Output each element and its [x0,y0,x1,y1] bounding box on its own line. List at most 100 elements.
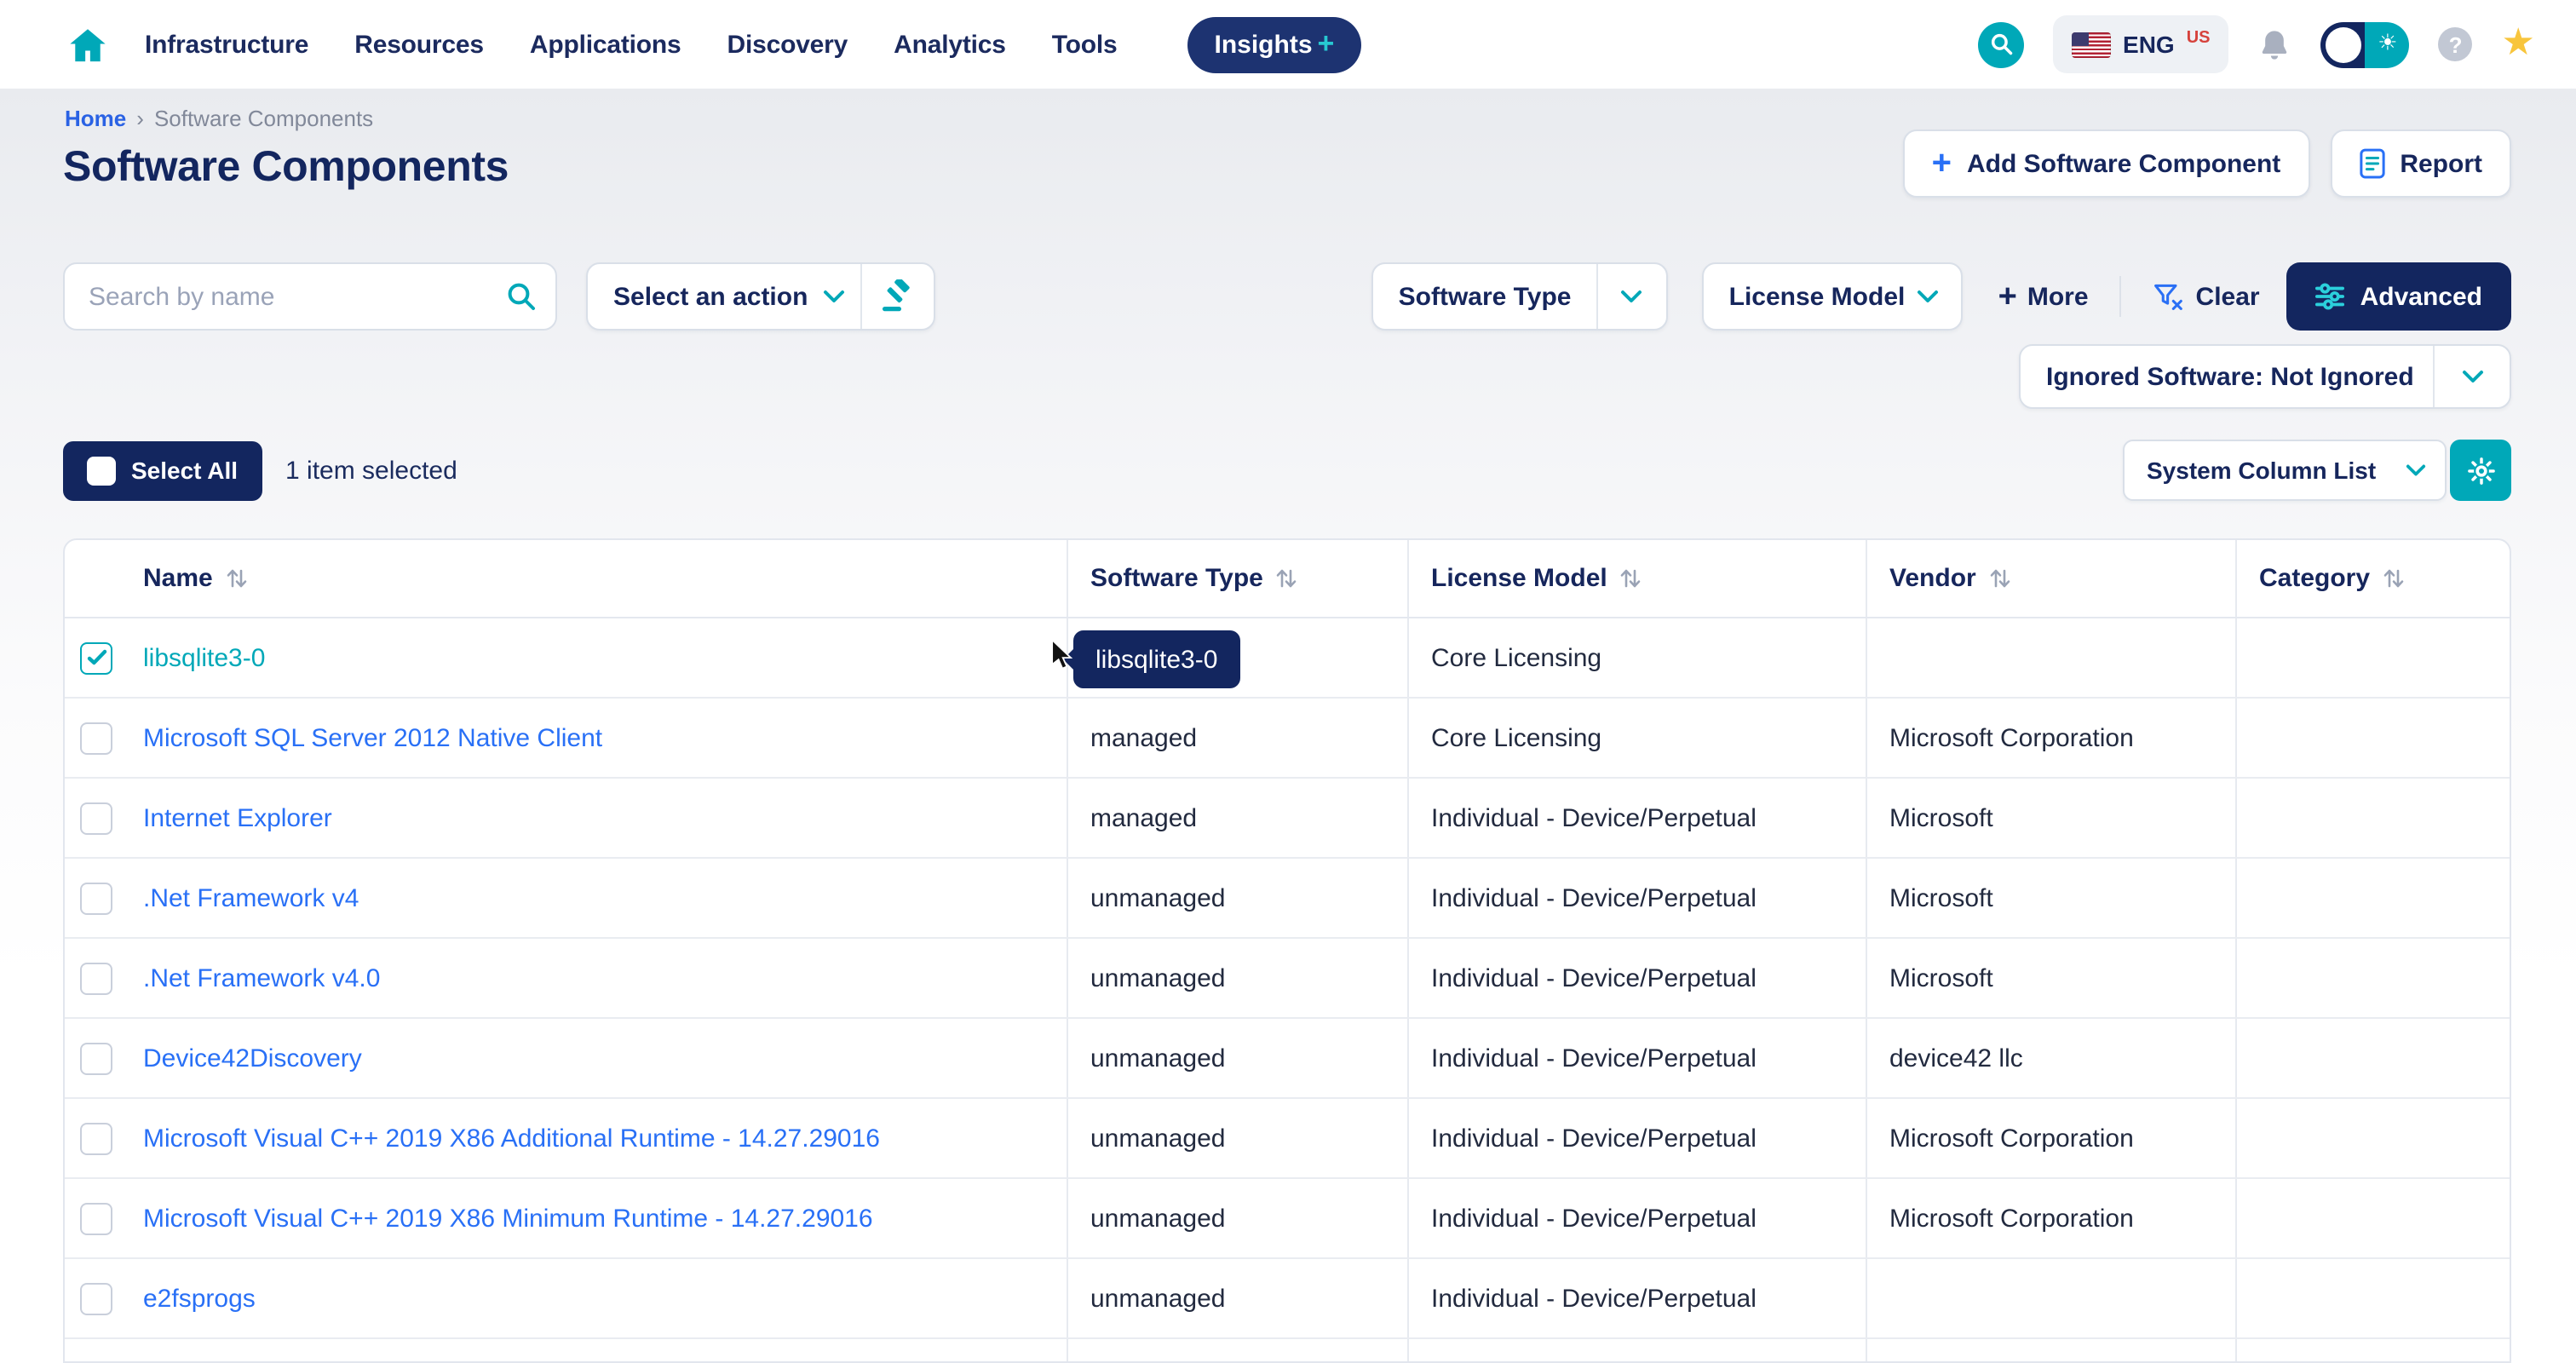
category-cell [2235,618,2510,697]
chevron-down-icon [2406,463,2426,477]
software-name-link[interactable]: e2fsprogs [143,1284,256,1313]
nav-item-resources[interactable]: Resources [354,30,484,59]
vendor-value: Microsoft [1889,883,1993,912]
ignored-software-dropdown[interactable]: Ignored Software: Not Ignored [2019,344,2511,409]
vendor-cell: Microsoft [1866,859,2235,937]
search-icon[interactable] [506,281,537,312]
software-name-link[interactable]: Internet Explorer [143,803,332,832]
row-checkbox[interactable] [80,641,112,674]
advanced-filters-button[interactable]: Advanced [2287,262,2511,331]
column-header-name[interactable]: Name [143,540,1067,617]
favorites-star-icon[interactable]: ★ [2502,26,2535,63]
help-icon[interactable]: ? [2439,27,2473,61]
breadcrumb-home-link[interactable]: Home [65,106,126,131]
table-row: Microsoft Visual C++ 2019 X86 Minimum Ru… [65,1179,2510,1259]
search-by-name [63,262,557,331]
select-action-dropdown[interactable]: Select an action [586,262,935,331]
checkbox-cell [65,1019,143,1097]
software-name-link[interactable]: Microsoft Visual C++ 2019 X86 Additional… [143,1124,880,1153]
checkbox-cell [65,1099,143,1177]
column-header-software-type[interactable]: Software Type [1067,540,1407,617]
software-type-value: unmanaged [1090,963,1225,992]
checkbox-cell [65,779,143,857]
software-type-value: managed [1090,803,1197,832]
apply-action-button[interactable] [862,279,934,313]
name-cell: Microsoft Visual C++ 2019 X86 Additional… [143,1099,1067,1177]
software-name-link[interactable]: Microsoft SQL Server 2012 Native Client [143,723,602,752]
software-name-link[interactable]: .Net Framework v4.0 [143,963,380,992]
name-cell [143,1339,1067,1363]
clear-filters-button[interactable]: Clear [2152,281,2260,312]
sort-icon[interactable] [1619,567,1643,589]
language-selector[interactable]: ENG US [2053,15,2229,73]
nav-item-tools[interactable]: Tools [1052,30,1118,59]
theme-toggle[interactable]: ☀ [2321,21,2410,67]
question-glyph: ? [2449,32,2463,57]
software-type-filter-dropdown[interactable]: Software Type [1371,262,1668,331]
category-cell [2235,699,2510,777]
table-row: e2fsprogs unmanaged Individual - Device/… [65,1259,2510,1339]
software-name-link[interactable]: Microsoft Visual C++ 2019 X86 Minimum Ru… [143,1204,873,1233]
column-header-license-model[interactable]: License Model [1407,540,1866,617]
search-input[interactable] [63,262,557,331]
category-cell [2235,1099,2510,1177]
software-type-cell: unmanaged [1067,1179,1407,1257]
row-checkbox[interactable] [80,802,112,834]
sort-icon[interactable] [2382,567,2406,589]
selection-bar: Select All 1 item selected System Column… [63,440,2511,501]
vendor-cell: Microsoft [1866,939,2235,1017]
license-model-cell: Individual - Device/Perpetual [1407,779,1866,857]
nav-item-analytics[interactable]: Analytics [894,30,1006,59]
select-all-label: Select All [131,457,238,484]
page-title: Software Components [63,143,509,193]
column-header-vendor[interactable]: Vendor [1866,540,2235,617]
name-cell: Microsoft Visual C++ 2019 X86 Minimum Ru… [143,1179,1067,1257]
insights-label: Insights [1215,30,1313,59]
global-search-button[interactable] [1978,21,2024,67]
table-header: Name Software Type License Model Vendor … [65,540,2510,618]
nav-item-applications[interactable]: Applications [530,30,681,59]
ignored-software-label: Ignored Software: Not Ignored [2046,362,2414,391]
software-components-table: Name Software Type License Model Vendor … [63,538,2511,1363]
column-header-category[interactable]: Category [2235,540,2510,617]
filter-row: Select an action Software Type License M… [63,262,2511,331]
header-actions: + Add Software Component Report [1903,129,2511,198]
row-checkbox[interactable] [80,962,112,994]
vendor-cell: Microsoft Corporation [1866,1179,2235,1257]
software-type-cell: managed [1067,779,1407,857]
license-model-value: Individual - Device/Perpetual [1431,1124,1757,1153]
notifications-bell-icon[interactable] [2258,26,2292,62]
vendor-value: Microsoft Corporation [1889,1204,2134,1233]
column-list-dropdown[interactable]: System Column List [2123,440,2447,501]
more-filters-button[interactable]: + More [1998,280,2089,313]
category-cell [2235,939,2510,1017]
category-cell [2235,1179,2510,1257]
column-settings-button[interactable] [2450,440,2511,501]
row-checkbox[interactable] [80,1202,112,1234]
software-name-link[interactable]: libsqlite3-0 [143,643,265,672]
row-checkbox[interactable] [80,1122,112,1154]
sort-icon[interactable] [1275,567,1299,589]
software-name-link[interactable]: .Net Framework v4 [143,883,359,912]
nav-item-discovery[interactable]: Discovery [727,30,848,59]
software-type-value: unmanaged [1090,1044,1225,1073]
report-button[interactable]: Report [2330,129,2511,198]
insights-plus-button[interactable]: Insights + [1187,16,1362,72]
select-all-button[interactable]: Select All [63,440,262,500]
check-icon [86,649,106,666]
table-row: Microsoft SQL Server 2012 Native Client … [65,699,2510,779]
vendor-cell: Microsoft [1866,779,2235,857]
sort-icon[interactable] [225,567,249,589]
home-icon[interactable] [68,26,107,62]
license-model-filter-dropdown[interactable]: License Model [1702,262,1963,331]
row-checkbox[interactable] [80,722,112,754]
nav-item-infrastructure[interactable]: Infrastructure [145,30,308,59]
sort-icon[interactable] [1988,567,2012,589]
select-all-checkbox[interactable] [87,456,116,485]
row-checkbox[interactable] [80,882,112,914]
software-name-link[interactable]: Device42Discovery [143,1044,362,1073]
row-checkbox[interactable] [80,1042,112,1074]
software-type-value: unmanaged [1090,1284,1225,1313]
row-checkbox[interactable] [80,1282,112,1314]
add-software-component-button[interactable]: + Add Software Component [1903,129,2310,198]
